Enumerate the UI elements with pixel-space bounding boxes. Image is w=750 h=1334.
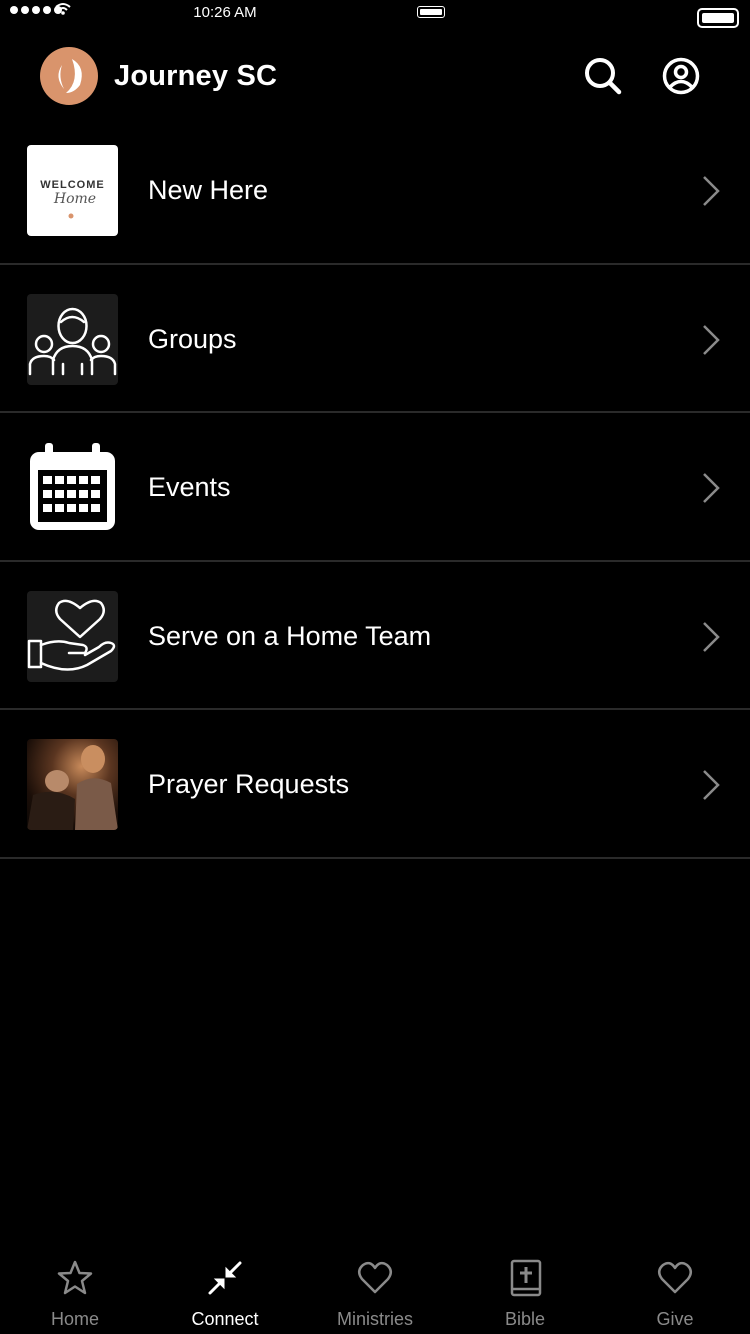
tab-label: Ministries: [336, 1309, 413, 1329]
search-icon: [585, 58, 622, 95]
list-item-events[interactable]: Events: [0, 413, 750, 562]
calendar-icon: [27, 442, 118, 533]
chevron-right-icon: [703, 473, 720, 503]
list-item-label: New Here: [148, 175, 269, 205]
chevron-right-icon: [703, 176, 720, 206]
tab-label: Give: [656, 1309, 694, 1329]
heart-in-hand-icon: [27, 590, 118, 682]
thumb-home-text: Home: [53, 191, 96, 207]
thumb-welcome-text: WELCOME: [40, 179, 104, 191]
tab-bible[interactable]: Bible: [450, 1244, 600, 1334]
tab-ministries[interactable]: Ministries: [300, 1244, 450, 1334]
status-bar: 10:26 AM: [0, 0, 750, 30]
tab-give[interactable]: Give: [600, 1244, 750, 1334]
tab-label: Bible: [504, 1309, 546, 1329]
connect-arrows-icon: [208, 1261, 242, 1295]
list-item-serve[interactable]: Serve on a Home Team: [0, 562, 750, 710]
connect-list: WELCOME Home New Here Groups Events Serv…: [0, 116, 750, 859]
bible-icon: [510, 1259, 542, 1297]
tab-connect[interactable]: Connect: [150, 1244, 300, 1334]
battery-icon: [417, 6, 445, 18]
tab-home[interactable]: Home: [0, 1244, 150, 1334]
list-item-label: Prayer Requests: [148, 769, 350, 799]
tab-label: Home: [50, 1309, 99, 1329]
profile-button[interactable]: [660, 56, 702, 98]
prayer-photo: [27, 739, 118, 830]
app-header: Journey SC: [0, 40, 750, 116]
chevron-right-icon: [703, 621, 720, 652]
list-item-groups[interactable]: Groups: [0, 265, 750, 413]
heart-icon: [658, 1261, 692, 1294]
status-time: 10:26 AM: [193, 4, 257, 21]
chevron-right-icon: [703, 324, 720, 355]
list-item-new-here[interactable]: WELCOME Home New Here: [0, 116, 750, 265]
app-title: Journey SC: [114, 60, 278, 92]
heart-icon: [358, 1261, 392, 1294]
people-group-icon: [27, 293, 118, 385]
chevron-right-icon: [703, 770, 720, 800]
welcome-home-image: WELCOME Home: [27, 145, 118, 236]
app-screen: 10:26 AM Journey SC WELCOME Home New Her…: [0, 0, 750, 1334]
list-item-label: Events: [148, 472, 231, 502]
tab-label: Connect: [191, 1309, 259, 1329]
list-item-label: Groups: [148, 323, 237, 354]
search-button[interactable]: [581, 54, 623, 96]
list-item-label: Serve on a Home Team: [148, 620, 432, 651]
user-circle-icon: [662, 57, 700, 95]
battery-icon: [697, 8, 739, 28]
app-logo[interactable]: [40, 47, 98, 105]
star-icon: [57, 1260, 93, 1295]
tab-bar: Home Connect Ministries Bible Give: [0, 1244, 750, 1334]
list-item-prayer[interactable]: Prayer Requests: [0, 710, 750, 859]
